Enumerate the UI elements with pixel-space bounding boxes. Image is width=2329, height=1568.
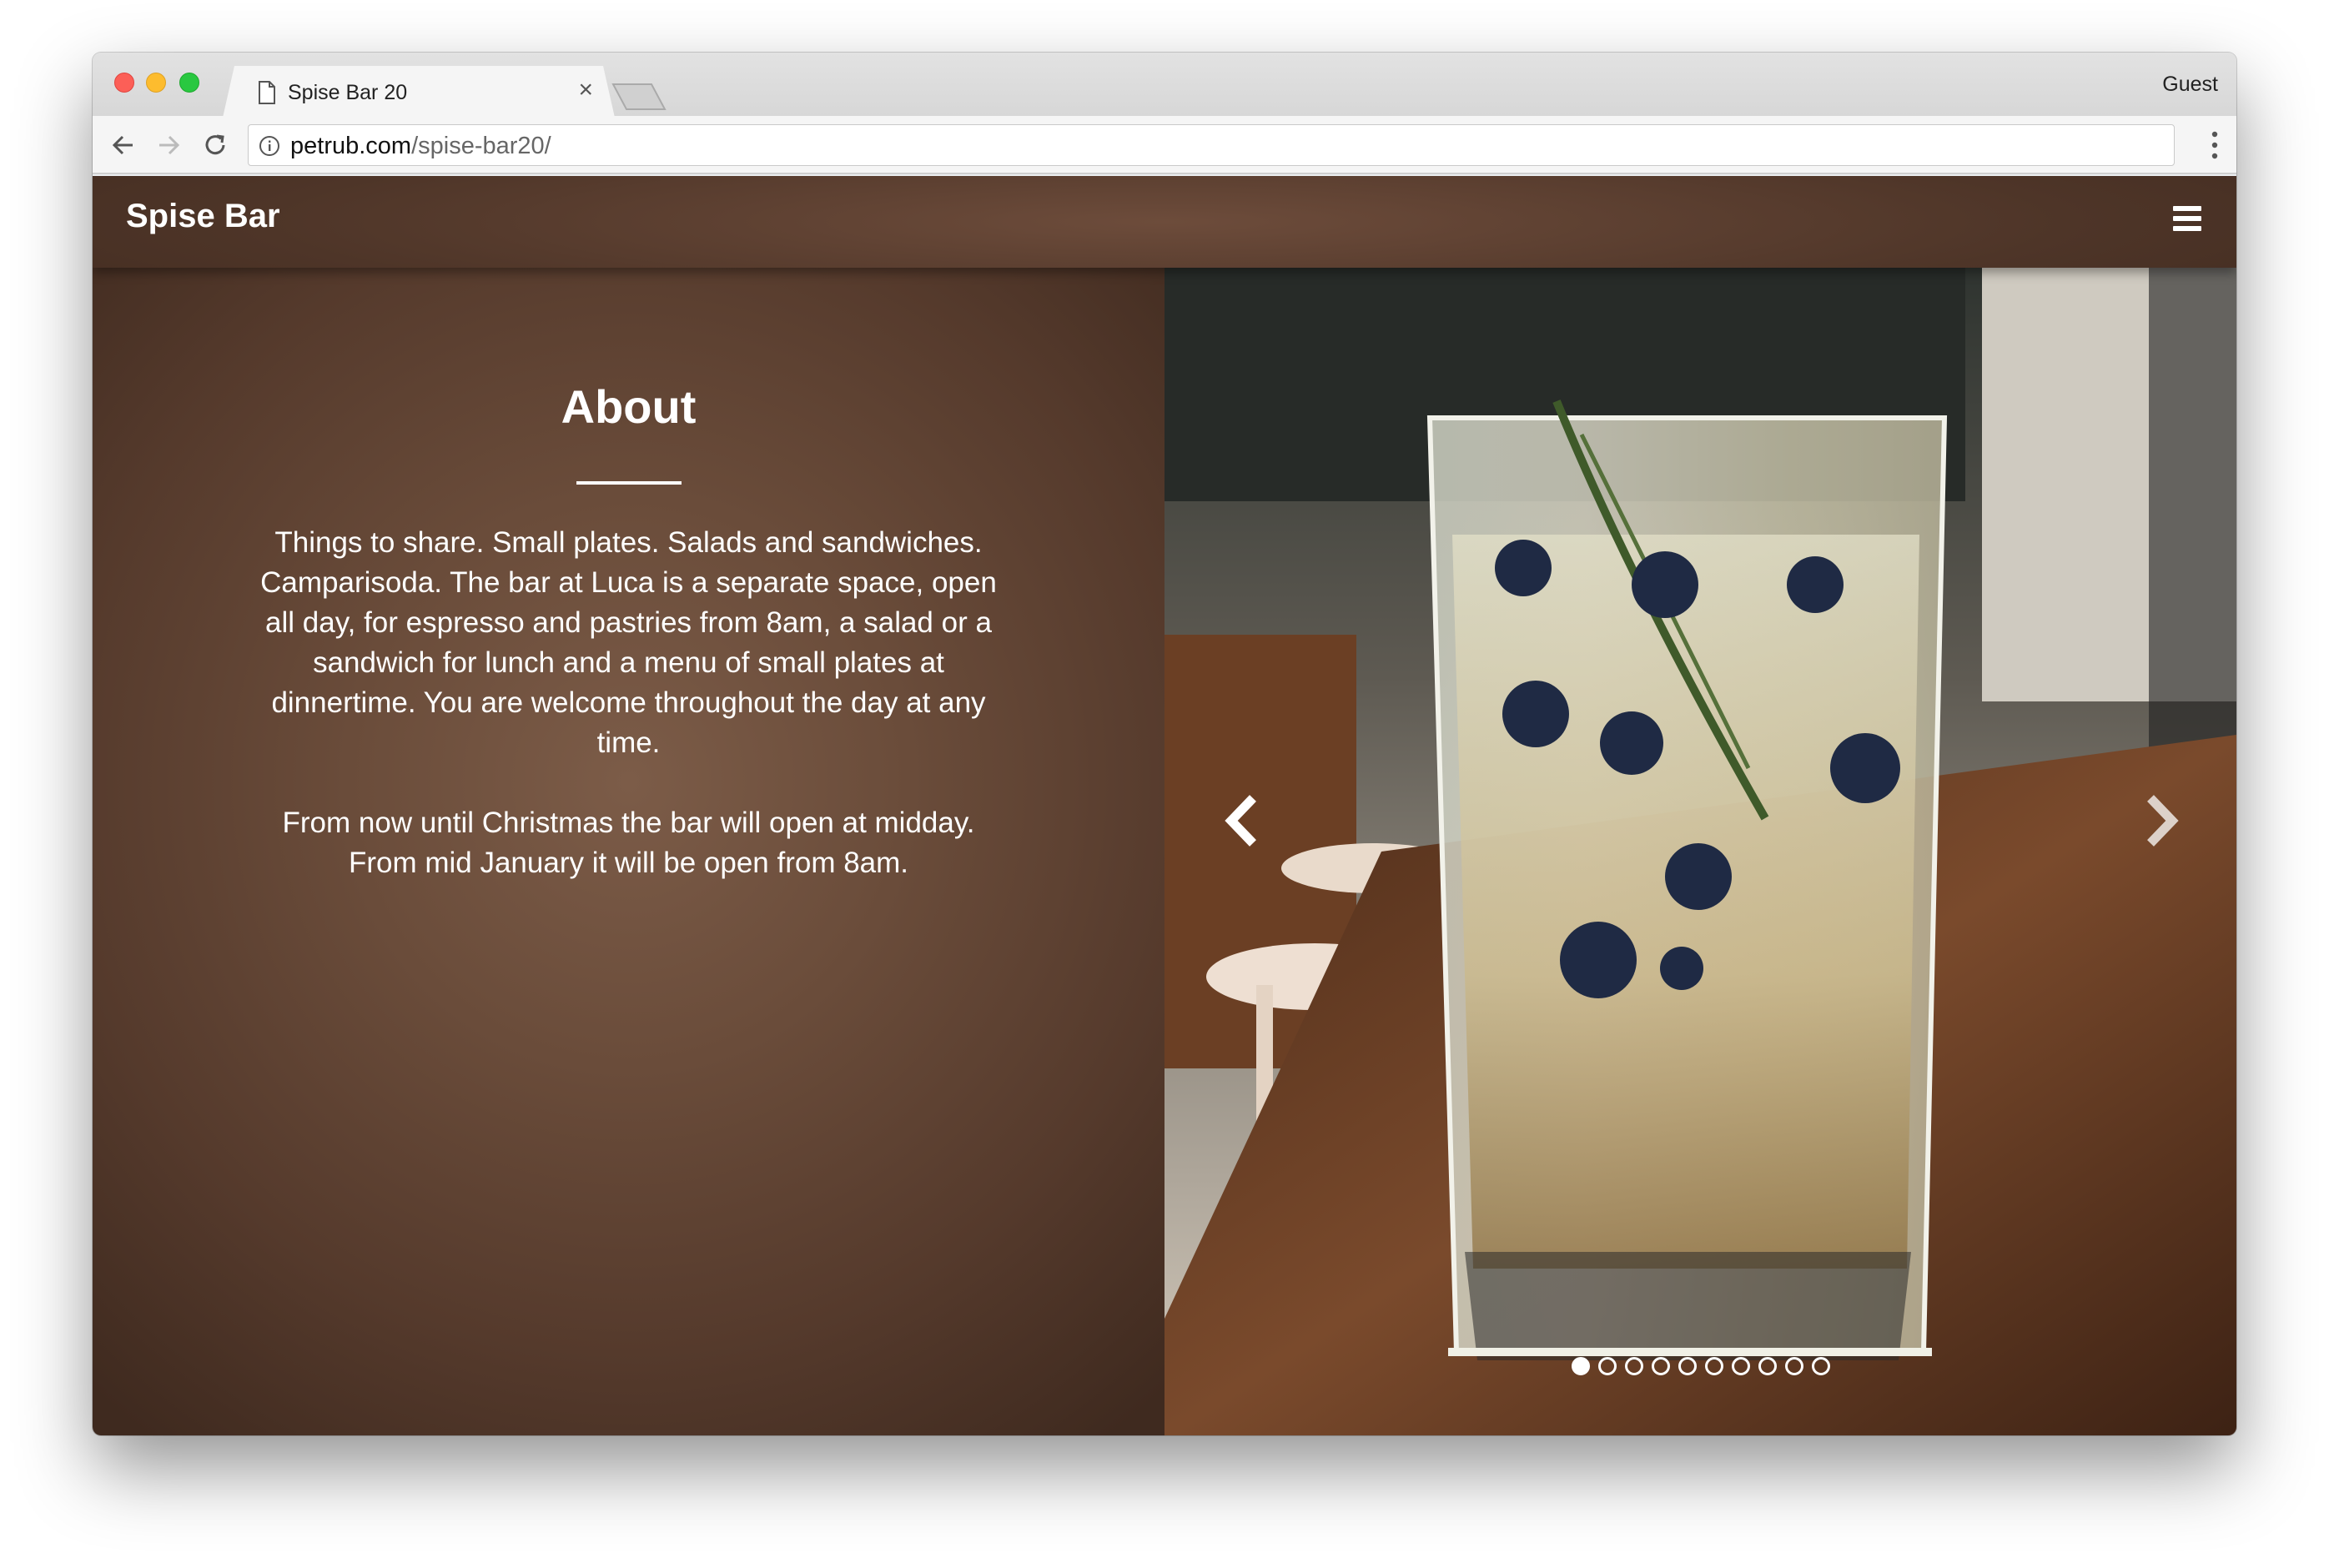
address-bar[interactable]: petrub.com/spise-bar20/: [248, 124, 2175, 166]
carousel-indicator-dot[interactable]: [1678, 1357, 1697, 1375]
carousel-indicator-dot[interactable]: [1624, 1357, 1643, 1375]
about-heading: About: [561, 380, 697, 433]
browser-tab[interactable]: Spise Bar 20 ×: [223, 66, 615, 118]
hamburger-line: [2173, 216, 2201, 221]
carousel-indicator-dot[interactable]: [1571, 1357, 1590, 1375]
tab-close-icon[interactable]: ×: [578, 78, 593, 103]
about-paragraph: From now until Christmas the bar will op…: [282, 807, 975, 879]
chevron-right-icon[interactable]: [2140, 792, 2182, 850]
about-section: About Things to share. Small plates. Sal…: [93, 268, 1164, 1435]
hamburger-line: [2173, 226, 2201, 231]
window-minimize-button[interactable]: [146, 73, 166, 93]
reload-icon[interactable]: [199, 129, 231, 161]
carousel-indicator-dot[interactable]: [1758, 1357, 1777, 1375]
url-host: petrub.com: [290, 133, 412, 159]
chevron-left-icon[interactable]: [1221, 792, 1263, 850]
tab-background: [223, 66, 615, 118]
carousel-indicator-dot[interactable]: [1784, 1357, 1803, 1375]
site-navbar: Spise Bar: [93, 176, 2236, 268]
tab-title: Spise Bar 20: [288, 81, 408, 104]
hamburger-line: [2173, 206, 2201, 211]
new-tab-button[interactable]: [610, 83, 668, 111]
heading-divider: [576, 481, 682, 485]
carousel-indicators: [1164, 1357, 2236, 1380]
window-maximize-button[interactable]: [179, 73, 199, 93]
back-arrow-icon[interactable]: [108, 129, 139, 161]
browser-window: Spise Bar 20 × Guest petrub.com/spise-ba…: [93, 53, 2236, 1435]
window-close-button[interactable]: [114, 73, 134, 93]
image-carousel[interactable]: [1164, 268, 2236, 1435]
about-text: Things to share. Small plates. Salads an…: [259, 523, 998, 883]
carousel-indicator-dot[interactable]: [1811, 1357, 1830, 1375]
site-brand[interactable]: Spise Bar: [126, 198, 280, 235]
page-icon: [259, 81, 275, 104]
url-path: /spise-bar20/: [411, 133, 551, 159]
browser-toolbar: petrub.com/spise-bar20/: [93, 116, 2236, 174]
carousel-indicator-dot[interactable]: [1704, 1357, 1723, 1375]
url-text: petrub.com/spise-bar20/: [290, 133, 551, 160]
carousel-indicator-dot[interactable]: [1597, 1357, 1617, 1375]
carousel-indicator-dot[interactable]: [1651, 1357, 1670, 1375]
hamburger-menu-icon[interactable]: [2173, 206, 2201, 236]
about-paragraph: Things to share. Small plates. Salads an…: [260, 526, 997, 759]
tab-strip: Spise Bar 20 × Guest: [93, 53, 2236, 116]
forward-arrow-icon[interactable]: [153, 129, 184, 161]
more-menu-icon[interactable]: [2211, 131, 2218, 159]
carousel-photo-drink: [1164, 268, 2236, 1435]
carousel-indicator-dot[interactable]: [1731, 1357, 1750, 1375]
info-icon[interactable]: [259, 135, 280, 157]
page-content: Spise Bar About Things to share. Small p…: [93, 176, 2236, 1435]
profile-label[interactable]: Guest: [2162, 73, 2218, 97]
